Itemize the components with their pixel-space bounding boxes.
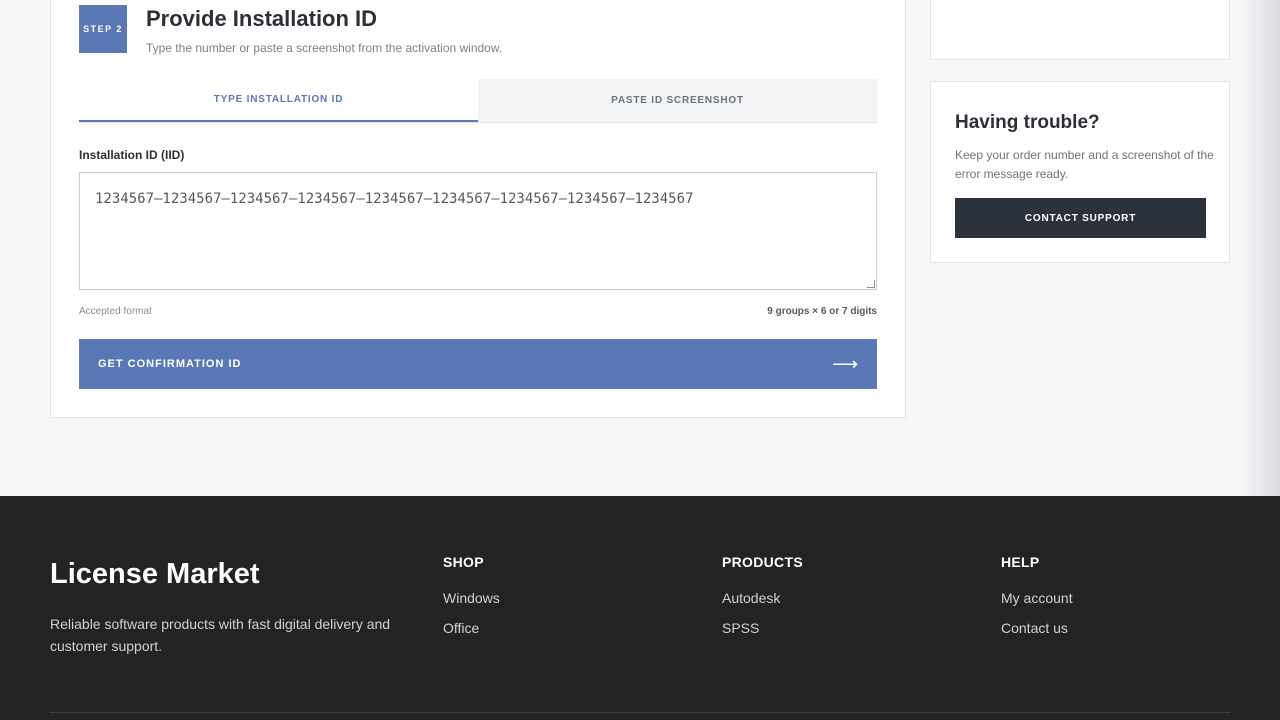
tab-paste-id-screenshot[interactable]: PASTE ID SCREENSHOT [478, 79, 877, 122]
footer-link-autodesk[interactable]: Autodesk [722, 590, 803, 606]
installation-id-label: Installation ID (IID) [79, 148, 185, 162]
footer-brand[interactable]: License Market [50, 558, 260, 591]
footer-link-office[interactable]: Office [443, 620, 500, 636]
footer-column-products: PRODUCTS Autodesk SPSS [722, 554, 803, 650]
footer-column-title: SHOP [443, 554, 484, 570]
step-badge: STEP 2 [79, 5, 127, 53]
footer-link-spss[interactable]: SPSS [722, 620, 803, 636]
get-confirmation-id-button[interactable]: GET CONFIRMATION ID ⟶ [79, 339, 877, 389]
step-title: Provide Installation ID [146, 6, 378, 31]
sidebar-card-top [930, 0, 1230, 60]
footer-link-windows[interactable]: Windows [443, 590, 500, 606]
input-method-tabs: TYPE INSTALLATION ID PASTE ID SCREENSHOT [79, 79, 877, 123]
accepted-format-value: 9 groups × 6 or 7 digits [767, 306, 877, 317]
footer-column-title: PRODUCTS [722, 554, 803, 570]
footer-column-title: HELP [1001, 554, 1040, 570]
help-card-text: Keep your order number and a screenshot … [955, 148, 1214, 181]
footer-description: Reliable software products with fast dig… [50, 616, 391, 654]
help-card: Having trouble? Keep your order number a… [930, 81, 1230, 263]
footer-divider [50, 712, 1230, 713]
footer-link-contact-us[interactable]: Contact us [1001, 620, 1073, 636]
arrow-right-icon: ⟶ [832, 353, 858, 374]
footer-link-my-account[interactable]: My account [1001, 590, 1073, 606]
footer-column-help: HELP My account Contact us [1001, 554, 1073, 650]
page-edge-shadow [1240, 0, 1280, 496]
contact-support-button[interactable]: CONTACT SUPPORT [955, 198, 1206, 238]
installation-id-card: STEP 2 Provide Installation ID Type the … [50, 0, 906, 418]
get-confirmation-id-label: GET CONFIRMATION ID [98, 358, 242, 370]
step-subtitle: Type the number or paste a screenshot fr… [146, 41, 503, 55]
installation-id-input[interactable]: 1234567–1234567–1234567–1234567–1234567–… [79, 172, 877, 290]
textarea-resize-handle[interactable] [867, 280, 875, 288]
tab-type-installation-id[interactable]: TYPE INSTALLATION ID [79, 79, 478, 122]
site-footer: License Market Reliable software product… [0, 496, 1280, 720]
accepted-format-label: Accepted format [79, 306, 152, 317]
footer-column-shop: SHOP Windows Office [443, 554, 500, 650]
help-card-title: Having trouble? [955, 112, 1100, 133]
